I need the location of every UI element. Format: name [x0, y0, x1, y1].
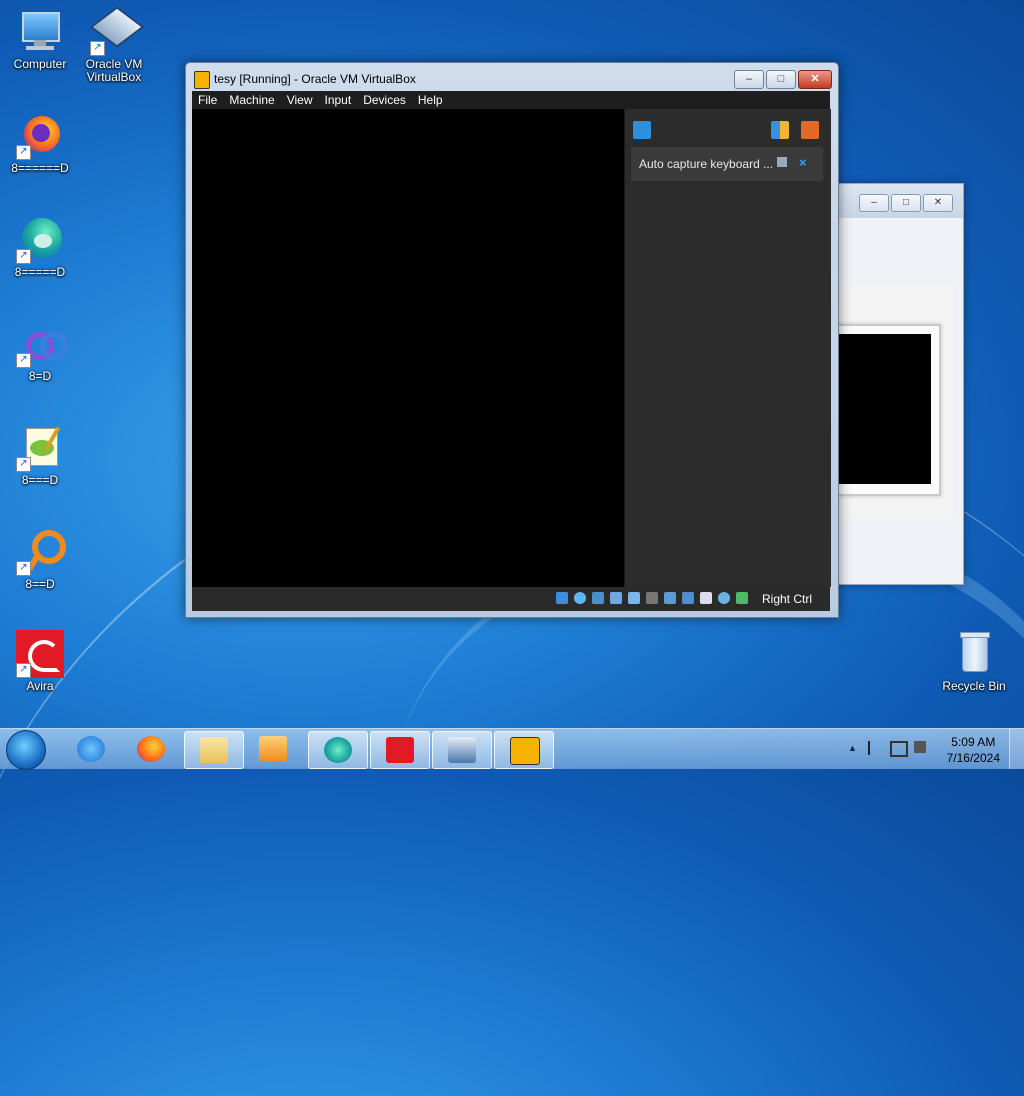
notification-center-icon[interactable] [633, 121, 651, 139]
minimize-button[interactable]: – [734, 70, 764, 89]
shared-folders-icon[interactable] [646, 592, 658, 604]
action-center-flag-icon[interactable] [868, 741, 882, 755]
virtualbox-icon [448, 737, 476, 763]
firefox-icon: ↗ [16, 112, 64, 160]
mouse-integration-icon[interactable] [718, 592, 730, 604]
visual-studio-icon: ↗ [16, 320, 68, 368]
taskbar-edge[interactable] [308, 731, 368, 769]
taskbar-firefox[interactable] [122, 731, 180, 767]
optical-drive-icon[interactable] [574, 592, 586, 604]
computer-icon [16, 8, 64, 56]
desktop-icon-computer[interactable]: Computer [2, 8, 78, 71]
desktop-icon-notepad-plus-plus[interactable]: ↗ 8===D [2, 424, 78, 487]
menu-help[interactable]: Help [412, 91, 449, 109]
notification-center: Auto capture keyboard ... × [624, 109, 831, 587]
show-hidden-icons-icon[interactable]: ▲ [848, 743, 857, 753]
clock-date: 7/16/2024 [946, 751, 1000, 765]
taskbar-media-player[interactable] [244, 731, 302, 767]
sort-icon[interactable] [771, 121, 789, 139]
recording-icon[interactable] [682, 592, 694, 604]
taskbar: ▲ 5:09 AM 7/16/2024 [0, 728, 1024, 770]
desktop-icon-avira[interactable]: ↗ Avira [2, 630, 78, 693]
taskbar-file-explorer[interactable] [184, 731, 244, 769]
network-icon[interactable] [610, 592, 622, 604]
network-icon[interactable] [890, 741, 908, 757]
desktop-icon-orange-ring[interactable]: ↗ 8==D [2, 528, 78, 591]
menu-bar: File Machine View Input Devices Help [192, 91, 830, 109]
system-tray: ▲ 5:09 AM 7/16/2024 [834, 729, 1024, 769]
menu-file[interactable]: File [192, 91, 223, 109]
start-button[interactable] [6, 730, 46, 770]
display-icon[interactable] [664, 592, 676, 604]
desktop-icon-recycle-bin[interactable]: Recycle Bin [936, 630, 1012, 693]
vm-running-icon [510, 737, 540, 765]
firefox-icon [137, 736, 165, 762]
vm-preview-screen [839, 334, 931, 484]
taskbar-virtualbox[interactable] [432, 731, 492, 769]
hard-disk-icon[interactable] [556, 592, 568, 604]
background-maximize-button[interactable]: □ [891, 194, 921, 212]
status-bar: Right Ctrl [192, 587, 830, 611]
vm-app-icon [194, 71, 210, 89]
orange-ring-icon: ↗ [16, 528, 66, 576]
background-window[interactable]: – □ ✕ [834, 183, 964, 585]
vt-x-icon[interactable] [700, 592, 712, 604]
clear-notifications-icon[interactable] [801, 121, 819, 139]
internet-explorer-icon [77, 736, 105, 762]
background-close-button[interactable]: ✕ [923, 194, 953, 212]
edge-icon [324, 737, 352, 763]
file-explorer-icon [200, 737, 228, 763]
desktop-icon-edge[interactable]: ↗ 8=====D [2, 216, 78, 279]
media-player-icon [259, 736, 287, 762]
taskbar-vm-running[interactable] [494, 731, 554, 769]
volume-muted-icon[interactable] [914, 741, 926, 753]
window-title: tesy [Running] - Oracle VM VirtualBox [214, 72, 416, 86]
desktop-icon-firefox[interactable]: ↗ 8======D [2, 112, 78, 175]
virtualbox-icon: ↗ [89, 6, 145, 56]
avira-icon [386, 737, 414, 763]
menu-view[interactable]: View [281, 91, 319, 109]
menu-input[interactable]: Input [319, 91, 358, 109]
recycle-bin-icon [950, 630, 998, 678]
audio-icon[interactable] [592, 592, 604, 604]
edge-icon: ↗ [16, 216, 64, 264]
close-button[interactable]: ✕ [798, 70, 832, 89]
virtualbox-vm-window[interactable]: tesy [Running] - Oracle VM VirtualBox – … [185, 62, 839, 618]
maximize-button[interactable]: □ [766, 70, 796, 89]
menu-devices[interactable]: Devices [357, 91, 412, 109]
notification-item: Auto capture keyboard ... × [631, 147, 823, 181]
taskbar-avira[interactable] [370, 731, 430, 769]
avira-icon: ↗ [16, 630, 64, 678]
host-key-label: Right Ctrl [762, 592, 813, 606]
keyboard-capture-icon[interactable] [736, 592, 748, 604]
taskbar-internet-explorer[interactable] [62, 731, 120, 767]
show-desktop-button[interactable] [1009, 729, 1024, 769]
notification-text: Auto capture keyboard ... [639, 157, 774, 171]
notepad-plus-plus-icon: ↗ [16, 424, 64, 472]
pin-icon[interactable] [777, 157, 787, 167]
clock-time: 5:09 AM [951, 735, 996, 749]
clock[interactable]: 5:09 AM 7/16/2024 [947, 734, 1000, 766]
desktop-icon-visual-studio[interactable]: ↗ 8=D [2, 320, 78, 383]
menu-machine[interactable]: Machine [223, 91, 280, 109]
usb-icon[interactable] [628, 592, 640, 604]
vm-preview-monitor [835, 324, 941, 496]
desktop-icon-virtualbox[interactable]: ↗ Oracle VM VirtualBox [76, 6, 152, 84]
vm-display[interactable] [192, 109, 624, 587]
background-minimize-button[interactable]: – [859, 194, 889, 212]
close-notification-icon[interactable]: × [799, 155, 807, 170]
